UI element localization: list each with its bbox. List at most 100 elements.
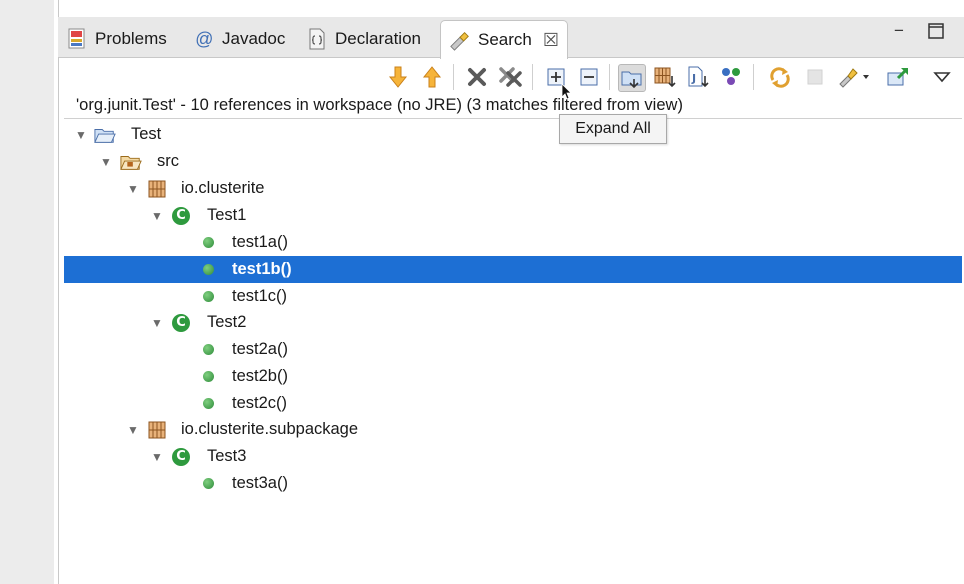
tree-node-label: test1a()	[232, 233, 288, 251]
tree-node-source-folder[interactable]: ▼ src	[64, 148, 962, 175]
expand-triangle-icon[interactable]: ▼	[127, 182, 139, 196]
class-icon: C	[170, 446, 192, 468]
group-by-type-button[interactable]	[719, 64, 745, 90]
view-menu-icon	[933, 72, 951, 83]
remove-selected-matches-button[interactable]	[464, 64, 490, 90]
search-flashlight-icon	[449, 29, 471, 51]
expand-triangle-icon[interactable]: ▼	[151, 209, 163, 223]
tree-node-label: test2a()	[232, 340, 288, 358]
source-folder-icon	[120, 151, 142, 173]
svg-text:J: J	[691, 72, 696, 85]
tree-node-method[interactable]: test2b()	[64, 363, 962, 390]
public-method-icon	[197, 473, 219, 495]
tree-node-class[interactable]: ▼ C Test1	[64, 202, 962, 229]
tab-label: Problems	[95, 29, 167, 48]
public-method-icon	[197, 366, 219, 388]
class-icon: C	[170, 312, 192, 334]
tree-node-class[interactable]: ▼ C Test2	[64, 309, 962, 336]
group-by-package-button[interactable]	[652, 64, 678, 90]
search-result-summary: 'org.junit.Test' - 10 references in work…	[76, 96, 683, 114]
expand-triangle-icon[interactable]: ▼	[151, 450, 163, 464]
collapse-all-icon	[580, 68, 598, 86]
tree-node-label: Test1	[207, 206, 247, 224]
tree-node-label: test1b()	[232, 260, 292, 278]
tree-node-method[interactable]: test1c()	[64, 283, 962, 310]
refresh-icon	[770, 67, 790, 88]
package-icon	[146, 178, 168, 200]
group-by-package-icon	[654, 67, 676, 88]
summary-divider	[64, 118, 962, 119]
toolbar-separator	[453, 64, 454, 90]
expand-triangle-icon[interactable]: ▼	[100, 155, 112, 169]
tree-node-label: Test3	[207, 447, 247, 465]
tree-node-label: test3a()	[232, 474, 288, 492]
group-by-project-icon	[621, 71, 642, 89]
tree-node-label: src	[157, 152, 179, 170]
tab-label: Declaration	[335, 29, 421, 48]
minimize-view-button[interactable]: −	[894, 21, 904, 41]
arrow-down-icon	[388, 66, 408, 88]
toolbar-separator	[609, 64, 610, 90]
tab-label: Javadoc	[222, 29, 286, 48]
pin-icon	[887, 68, 908, 86]
public-method-icon	[197, 286, 219, 308]
tree-node-method[interactable]: test2c()	[64, 390, 962, 417]
project-folder-icon	[94, 124, 116, 146]
tab-declaration[interactable]: Declaration	[306, 21, 421, 57]
remove-x-icon	[468, 68, 486, 86]
tree-node-label: io.clusterite.subpackage	[181, 420, 359, 438]
history-icon	[839, 68, 869, 88]
group-by-type-icon	[722, 68, 740, 85]
mouse-cursor-icon	[561, 83, 573, 106]
declaration-icon	[306, 28, 328, 50]
cancel-search-button[interactable]	[802, 64, 828, 90]
tree-node-label: io.clusterite	[181, 179, 265, 197]
tree-node-project[interactable]: ▼ Test	[64, 121, 962, 148]
pin-search-view-button[interactable]	[885, 64, 911, 90]
view-tab-bar: Problems @ Javadoc Declaration Search ☒ …	[58, 17, 964, 59]
public-method-icon	[197, 393, 219, 415]
toolbar-separator	[753, 64, 754, 90]
group-by-file-icon: J	[688, 66, 709, 88]
tree-node-method[interactable]: test2a()	[64, 336, 962, 363]
at-sign-icon: @	[194, 28, 214, 49]
expand-all-tooltip: Expand All	[559, 114, 667, 144]
tab-javadoc[interactable]: @ Javadoc	[193, 21, 285, 57]
view-menu-button[interactable]	[929, 64, 955, 90]
tree-node-label: Test	[131, 125, 162, 143]
tree-node-method-selected[interactable]: test1b()	[64, 256, 962, 283]
public-method-icon	[197, 339, 219, 361]
previous-match-button[interactable]	[419, 64, 445, 90]
tree-node-package[interactable]: ▼ io.clusterite.subpackage	[64, 416, 962, 443]
tree-node-label: test1c()	[232, 287, 288, 305]
expand-triangle-icon[interactable]: ▼	[151, 316, 163, 330]
package-icon	[146, 419, 168, 441]
toolbar-separator	[532, 64, 533, 90]
search-view-toolbar: J	[58, 58, 964, 96]
tree-node-package[interactable]: ▼ io.clusterite	[64, 175, 962, 202]
collapse-all-button[interactable]	[576, 64, 602, 90]
group-by-file-button[interactable]: J	[685, 64, 711, 90]
arrow-up-icon	[422, 66, 442, 88]
tree-node-class[interactable]: ▼ C Test3	[64, 443, 962, 470]
tree-node-method[interactable]: test3a()	[64, 470, 962, 497]
expand-triangle-icon[interactable]: ▼	[127, 423, 139, 437]
close-tab-icon[interactable]: ☒	[543, 30, 559, 51]
tab-label: Search	[478, 30, 532, 49]
expand-triangle-icon[interactable]: ▼	[75, 128, 87, 142]
remove-all-matches-button[interactable]	[498, 64, 524, 90]
tab-search[interactable]: Search ☒	[440, 20, 569, 59]
maximize-view-button[interactable]	[928, 23, 944, 44]
refresh-search-button[interactable]	[767, 64, 793, 90]
class-icon: C	[170, 205, 192, 227]
tab-problems[interactable]: Problems	[66, 21, 167, 57]
public-method-icon	[197, 259, 219, 281]
remove-all-icon	[499, 67, 522, 87]
search-history-button[interactable]	[835, 64, 873, 90]
tree-node-method[interactable]: test1a()	[64, 229, 962, 256]
group-by-project-button[interactable]	[618, 64, 646, 92]
tree-node-label: Test2	[207, 313, 247, 331]
next-match-button[interactable]	[385, 64, 411, 90]
left-margin	[0, 0, 54, 584]
tree-node-label: test2b()	[232, 367, 288, 385]
